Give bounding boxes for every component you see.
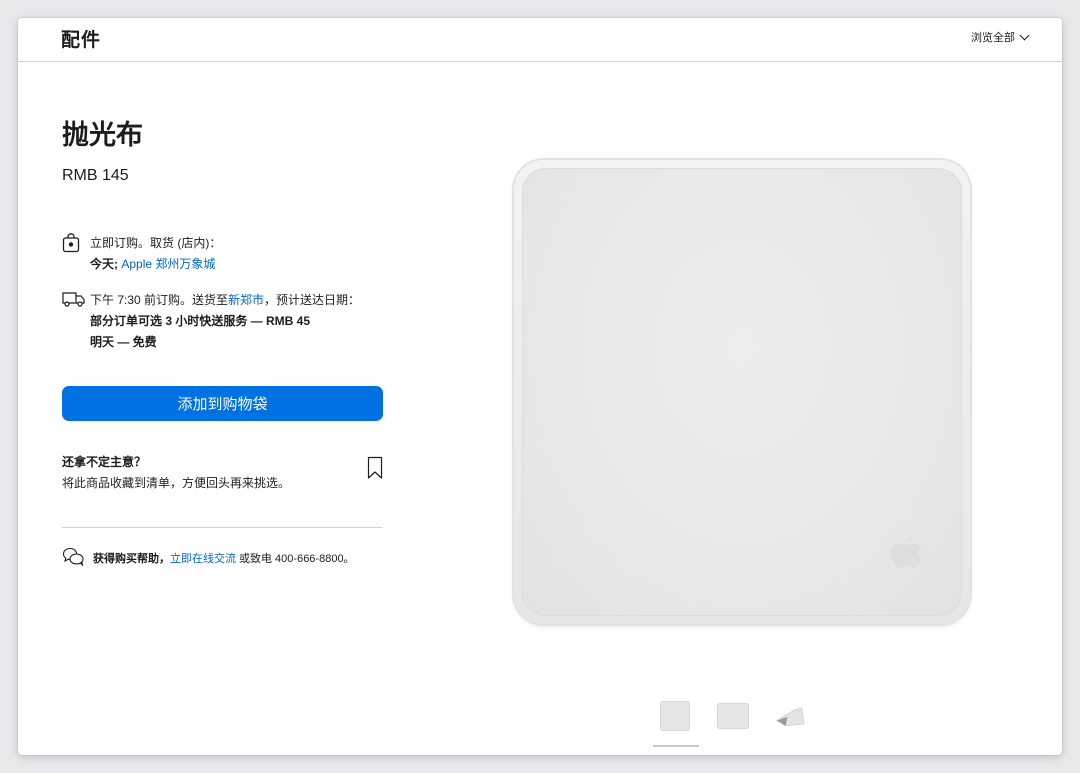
store-link[interactable]: 郑州万象城: [155, 257, 215, 271]
purchase-help: 获得购买帮助， 立即在线交流 或致电 400-666-8800。: [62, 547, 355, 569]
product-hero-image: [512, 158, 974, 628]
delivery-eta-label: ，预计送达日期：: [264, 293, 361, 307]
polishing-cloth-image: [514, 160, 970, 624]
pickup-info: 立即订购。取货 (店内)： 今天; Apple 郑州万象城: [62, 233, 221, 275]
thumbnail-3[interactable]: [775, 700, 807, 732]
save-prompt-title: 还拿不定主意？: [62, 455, 147, 469]
standard-delivery-option: 明天 — 免费: [90, 335, 157, 349]
express-delivery-option: 部分订单可选 3 小时快送服务 — RMB 45: [90, 314, 311, 328]
product-price: RMB 145: [62, 167, 129, 184]
help-phone: 或致电 400-666-8800。: [239, 553, 355, 565]
chevron-down-icon: [1019, 30, 1030, 40]
browse-all-menu[interactable]: 浏览全部: [971, 29, 1030, 45]
active-thumbnail-indicator: [653, 745, 699, 747]
delivery-city-link[interactable]: 新郑市: [228, 293, 264, 307]
delivery-cutoff: 下午 7:30 前订购。送货至: [90, 293, 229, 307]
page-category-title: 配件: [61, 30, 102, 51]
thumbnail-1[interactable]: [659, 700, 691, 732]
top-nav: 配件 浏览全部: [18, 18, 1062, 62]
live-chat-link[interactable]: 立即在线交流: [170, 550, 236, 566]
apple-logo-icon: [886, 532, 926, 583]
image-thumbnails: [659, 700, 807, 732]
delivery-truck-icon: [62, 290, 90, 353]
chat-bubbles-icon: [62, 547, 85, 569]
add-to-bag-button[interactable]: 添加到购物袋: [62, 386, 383, 421]
bookmark-icon[interactable]: [367, 456, 383, 485]
shopping-bag-icon: [62, 233, 90, 275]
browse-all-label: 浏览全部: [971, 32, 1015, 44]
save-prompt-subtitle: 将此商品收藏到清单，方便回头再来挑选。: [62, 476, 291, 490]
product-title: 抛光布: [62, 120, 143, 150]
delivery-info: 下午 7:30 前订购。送货至新郑市，预计送达日期： 部分订单可选 3 小时快送…: [62, 290, 360, 353]
section-divider: [62, 527, 383, 528]
pickup-day: 今天;: [90, 257, 118, 271]
thumbnail-2[interactable]: [717, 700, 749, 732]
pickup-line: 立即订购。取货 (店内)：: [90, 236, 222, 250]
browser-window: 配件 浏览全部 抛光布 RMB 145 立即订购。取货 (店内)： 今天; Ap…: [18, 18, 1062, 755]
help-label: 获得购买帮助，: [93, 553, 170, 565]
store-prefix-link[interactable]: Apple: [121, 257, 152, 271]
